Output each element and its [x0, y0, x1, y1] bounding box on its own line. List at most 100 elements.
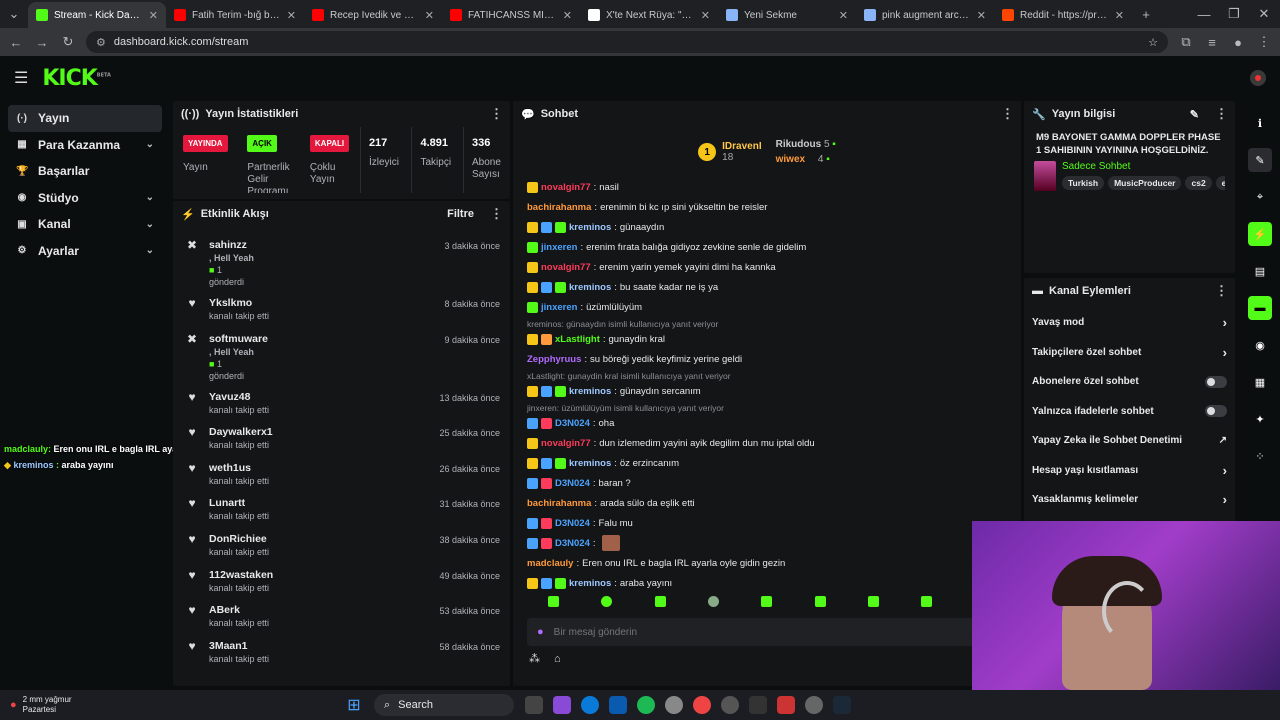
chat-username[interactable]: jinxeren [541, 302, 577, 313]
chat-username[interactable]: kreminos [569, 386, 611, 397]
browser-tab[interactable]: Reddit - https://preview.re ✕ [994, 2, 1132, 28]
copilot-icon[interactable] [553, 696, 571, 714]
toggle-switch[interactable] [1205, 405, 1227, 418]
chevron-right-icon[interactable]: › [1223, 315, 1227, 330]
kick-logo[interactable]: KICKBETA [42, 66, 111, 91]
reload-icon[interactable]: ↻ [60, 34, 76, 50]
chevron-down-icon[interactable]: ⌄ [146, 245, 154, 256]
settings-app-icon[interactable] [665, 696, 683, 714]
user-avatar[interactable] [1250, 70, 1266, 86]
external-link-icon[interactable]: ↗ [1219, 435, 1227, 446]
activity-username[interactable]: Lunartt [209, 497, 269, 509]
tab-close-icon[interactable]: ✕ [977, 9, 986, 22]
activity-username[interactable]: sahinzz [209, 239, 254, 251]
stream-tag[interactable]: e [1215, 176, 1225, 190]
browser-tab[interactable]: X'te Next Rüya: "Valorant ✕ [580, 2, 718, 28]
outlook-icon[interactable] [609, 696, 627, 714]
profile-avatar[interactable]: ● [1230, 35, 1246, 50]
emote-icon[interactable] [868, 595, 880, 607]
minimize-icon[interactable]: — [1196, 7, 1212, 22]
taskbar-search[interactable]: ⌕ Search [374, 694, 514, 716]
sidebar-item[interactable]: ⚙ Ayarlar ⌄ [8, 238, 162, 265]
toggle-switch[interactable] [1205, 375, 1227, 388]
actions-menu-icon[interactable]: ⋮ [1215, 283, 1228, 299]
app-icon[interactable] [749, 696, 767, 714]
tab-close-icon[interactable]: ✕ [287, 9, 296, 22]
apps-icon[interactable]: ⁘ [1248, 444, 1272, 468]
emote-icon[interactable] [921, 595, 933, 607]
lightning-icon[interactable]: ⚡ [1248, 222, 1272, 246]
close-window-icon[interactable]: ✕ [1256, 6, 1272, 22]
chat-username[interactable]: jinxeren [541, 242, 577, 253]
url-field[interactable]: ⚙ dashboard.kick.com/stream ☆ [86, 31, 1168, 53]
chat-username[interactable]: D3N024 [555, 538, 590, 549]
chat-username[interactable]: D3N024 [555, 518, 590, 529]
edge-icon[interactable] [581, 696, 599, 714]
chat-icon[interactable]: ▬ [1248, 296, 1272, 320]
channel-action-row[interactable]: Yavaş mod › [1024, 308, 1235, 338]
reading-list-icon[interactable]: ≡ [1204, 35, 1220, 50]
chevron-right-icon[interactable]: › [1223, 463, 1227, 478]
chat-username[interactable]: novalgin77 [541, 438, 591, 449]
chat-username[interactable]: bachirahanma [527, 498, 591, 509]
category-link[interactable]: Sadece Sohbet [1062, 161, 1225, 172]
tab-close-icon[interactable]: ✕ [839, 9, 848, 22]
category-thumbnail[interactable] [1034, 161, 1056, 191]
emote-icon[interactable] [654, 595, 666, 607]
emote-icon[interactable] [708, 595, 720, 607]
activity-username[interactable]: ABerk [209, 604, 269, 616]
task-view-icon[interactable] [525, 696, 543, 714]
browser-tab[interactable]: Stream - Kick Dashboard ✕ [28, 2, 166, 28]
sidebar-item[interactable]: 🏆 Başarılar [8, 158, 162, 185]
microphone-icon[interactable]: ● [537, 626, 544, 638]
bookmark-star-icon[interactable]: ☆ [1148, 36, 1158, 49]
activity-username[interactable]: 3Maan1 [209, 640, 269, 652]
windows-start-icon[interactable]: ⊞ [345, 696, 363, 714]
sidebar-item[interactable]: ▦ Para Kazanma ⌄ [8, 132, 162, 159]
stream-tag[interactable]: cs2 [1185, 176, 1212, 190]
emote-icon[interactable] [601, 595, 613, 607]
info-menu-icon[interactable]: ⋮ [1215, 106, 1228, 122]
sidebar-item[interactable]: ◉ Stüdyo ⌄ [8, 185, 162, 212]
spotify-icon[interactable] [637, 696, 655, 714]
target-icon[interactable]: ⌖ [1248, 185, 1272, 209]
restore-icon[interactable]: ❐ [1226, 6, 1242, 22]
info-icon[interactable]: ℹ [1248, 111, 1272, 135]
chat-message-input[interactable] [553, 626, 997, 638]
chat-username[interactable]: xLastlight [555, 334, 600, 345]
sidebar-item[interactable]: (·) Yayın [8, 105, 162, 132]
emote-icon[interactable] [761, 595, 773, 607]
chat-username[interactable]: novalgin77 [541, 182, 591, 193]
chat-username[interactable]: kreminos [569, 222, 611, 233]
chat-username[interactable]: D3N024 [555, 478, 590, 489]
store-icon[interactable]: ⌂ [554, 653, 561, 665]
filter-button[interactable]: Filtre [447, 208, 474, 220]
activity-username[interactable]: weth1us [209, 462, 269, 474]
channel-action-row[interactable]: Abonelere özel sohbet [1024, 367, 1235, 397]
chevron-down-icon[interactable]: ⌄ [146, 219, 154, 230]
browser-menu-icon[interactable]: ⋮ [1256, 34, 1272, 50]
layout-icon[interactable]: ▦ [1248, 370, 1272, 394]
obs-icon[interactable] [805, 696, 823, 714]
chat-username[interactable]: D3N024 [555, 418, 590, 429]
stream-tag[interactable]: Turkish [1062, 176, 1105, 190]
media-player-icon[interactable] [721, 696, 739, 714]
broadcast-icon[interactable]: ◉ [1248, 333, 1272, 357]
chevron-down-icon[interactable]: ⌄ [146, 139, 154, 150]
tab-close-icon[interactable]: ✕ [149, 9, 158, 22]
activity-username[interactable]: Ykslkmo [209, 297, 269, 309]
channel-action-row[interactable]: Takipçilere özel sohbet › [1024, 338, 1235, 368]
channel-action-row[interactable]: Yasaklanmış kelimeler › [1024, 485, 1235, 515]
tab-close-icon[interactable]: ✕ [701, 9, 710, 22]
chat-username[interactable]: bachirahanma [527, 202, 591, 213]
pencil-icon[interactable]: ✎ [1248, 148, 1272, 172]
browser-tab[interactable]: Recep İvedik ve Fatih Ter ✕ [304, 2, 442, 28]
tab-list-icon[interactable]: ⌄ [6, 6, 22, 22]
activity-username[interactable]: Yavuz48 [209, 391, 269, 403]
browser-tab[interactable]: Fatih Terim -bığ bu - YouT ✕ [166, 2, 304, 28]
chrome-icon[interactable] [693, 696, 711, 714]
channel-action-row[interactable]: Hesap yaşı kısıtlaması › [1024, 456, 1235, 486]
chat-username[interactable]: kreminos [569, 282, 611, 293]
chevron-right-icon[interactable]: › [1223, 492, 1227, 507]
chevron-right-icon[interactable]: › [1223, 345, 1227, 360]
